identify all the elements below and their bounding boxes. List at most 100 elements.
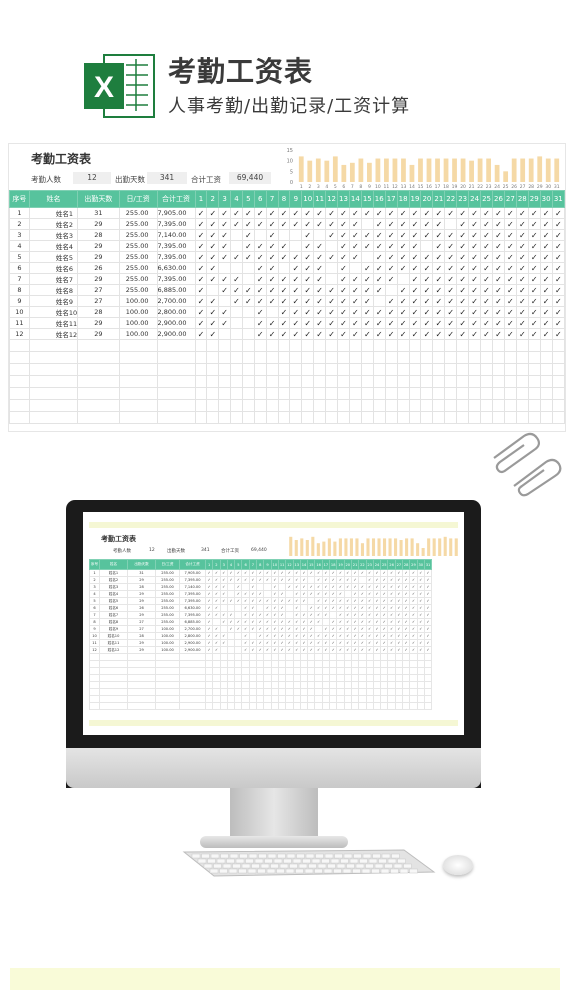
attendance-cell[interactable]: ✓ [491, 328, 505, 340]
empty-cell[interactable] [337, 339, 350, 352]
attendance-cell[interactable]: ✓ [468, 295, 482, 307]
empty-cell[interactable] [408, 411, 422, 424]
empty-cell[interactable] [480, 375, 493, 388]
attendance-cell[interactable]: ✓ [444, 262, 458, 274]
attendance-cell[interactable]: ✓ [265, 240, 279, 252]
row-name[interactable]: 姓名12 [28, 328, 79, 340]
row-rate[interactable]: 255.00 [118, 229, 158, 241]
empty-cell[interactable] [301, 399, 315, 412]
empty-cell[interactable] [325, 375, 338, 388]
attendance-cell[interactable]: ✓ [384, 306, 398, 318]
attendance-cell[interactable]: ✓ [432, 240, 446, 252]
attendance-cell[interactable]: ✓ [265, 262, 279, 274]
empty-cell[interactable] [456, 399, 470, 412]
empty-cell[interactable] [408, 351, 422, 364]
attendance-cell[interactable]: ✓ [480, 240, 493, 252]
attendance-cell[interactable]: ✓ [515, 262, 529, 274]
attendance-cell[interactable]: ✓ [337, 273, 350, 285]
attendance-cell[interactable]: ✓ [360, 306, 374, 318]
attendance-cell[interactable]: ✓ [206, 218, 220, 230]
empty-cell[interactable] [206, 411, 220, 424]
attendance-cell[interactable] [396, 273, 410, 285]
empty-cell[interactable] [241, 375, 255, 388]
row-total[interactable]: 6,630.00 [156, 262, 196, 274]
row-total[interactable]: 7,905.00 [156, 207, 196, 219]
attendance-cell[interactable]: ✓ [206, 328, 220, 340]
day-header[interactable]: 29 [527, 190, 541, 208]
attendance-cell[interactable]: ✓ [265, 317, 279, 329]
attendance-cell[interactable]: ✓ [432, 295, 446, 307]
empty-cell[interactable] [277, 375, 291, 388]
empty-cell[interactable] [206, 375, 220, 388]
empty-cell[interactable] [456, 387, 470, 400]
attendance-cell[interactable]: ✓ [289, 207, 303, 219]
empty-cell[interactable] [77, 351, 120, 364]
attendance-cell[interactable]: ✓ [456, 251, 470, 263]
attendance-cell[interactable] [218, 295, 232, 307]
row-rate[interactable]: 255.00 [118, 240, 158, 252]
attendance-cell[interactable]: ✓ [456, 328, 470, 340]
attendance-cell[interactable]: ✓ [372, 306, 386, 318]
attendance-cell[interactable]: ✓ [301, 284, 315, 296]
empty-cell[interactable] [372, 399, 386, 412]
attendance-cell[interactable]: ✓ [468, 240, 482, 252]
attendance-cell[interactable]: ✓ [206, 295, 220, 307]
empty-cell[interactable] [372, 375, 386, 388]
attendance-cell[interactable]: ✓ [206, 207, 220, 219]
attendance-cell[interactable]: ✓ [468, 207, 482, 219]
empty-cell[interactable] [301, 351, 315, 364]
empty-cell[interactable] [491, 399, 505, 412]
attendance-cell[interactable]: ✓ [444, 317, 458, 329]
attendance-cell[interactable] [265, 306, 279, 318]
empty-cell[interactable] [444, 351, 458, 364]
row-name[interactable]: 姓名1 [28, 207, 79, 219]
attendance-cell[interactable]: ✓ [515, 218, 529, 230]
empty-cell[interactable] [432, 363, 446, 376]
attendance-cell[interactable]: ✓ [515, 240, 529, 252]
empty-cell[interactable] [301, 363, 315, 376]
empty-cell[interactable] [444, 411, 458, 424]
attendance-cell[interactable]: ✓ [503, 229, 517, 241]
day-header[interactable]: 13 [337, 190, 350, 208]
empty-cell[interactable] [515, 363, 529, 376]
attendance-cell[interactable]: ✓ [408, 328, 422, 340]
attendance-cell[interactable]: ✓ [194, 284, 208, 296]
attendance-cell[interactable]: ✓ [360, 207, 374, 219]
attendance-cell[interactable]: ✓ [515, 317, 529, 329]
attendance-cell[interactable]: ✓ [337, 306, 350, 318]
attendance-cell[interactable]: ✓ [194, 251, 208, 263]
attendance-cell[interactable]: ✓ [503, 328, 517, 340]
empty-cell[interactable] [468, 339, 482, 352]
attendance-cell[interactable]: ✓ [551, 284, 565, 296]
empty-cell[interactable] [218, 399, 232, 412]
attendance-cell[interactable]: ✓ [551, 273, 565, 285]
empty-cell[interactable] [491, 411, 505, 424]
empty-cell[interactable] [156, 351, 196, 364]
empty-cell[interactable] [277, 399, 291, 412]
empty-cell[interactable] [265, 363, 279, 376]
attendance-cell[interactable]: ✓ [503, 240, 517, 252]
attendance-cell[interactable]: ✓ [480, 295, 493, 307]
attendance-cell[interactable]: ✓ [301, 240, 315, 252]
attendance-cell[interactable]: ✓ [325, 306, 338, 318]
attendance-cell[interactable]: ✓ [253, 284, 267, 296]
empty-cell[interactable] [313, 339, 327, 352]
attendance-cell[interactable]: ✓ [491, 240, 505, 252]
empty-cell[interactable] [253, 351, 267, 364]
attendance-cell[interactable]: ✓ [551, 207, 565, 219]
attendance-cell[interactable]: ✓ [480, 284, 493, 296]
attendance-cell[interactable]: ✓ [313, 240, 327, 252]
attendance-cell[interactable]: ✓ [265, 251, 279, 263]
empty-cell[interactable] [241, 351, 255, 364]
attendance-cell[interactable]: ✓ [503, 262, 517, 274]
attendance-cell[interactable]: ✓ [218, 273, 232, 285]
empty-cell[interactable] [77, 339, 120, 352]
attendance-cell[interactable]: ✓ [527, 240, 541, 252]
row-days[interactable]: 29 [77, 240, 120, 252]
empty-cell[interactable] [468, 411, 482, 424]
row-name[interactable]: 姓名11 [28, 317, 79, 329]
attendance-cell[interactable]: ✓ [194, 262, 208, 274]
empty-cell[interactable] [503, 351, 517, 364]
empty-cell[interactable] [468, 375, 482, 388]
attendance-cell[interactable]: ✓ [491, 207, 505, 219]
